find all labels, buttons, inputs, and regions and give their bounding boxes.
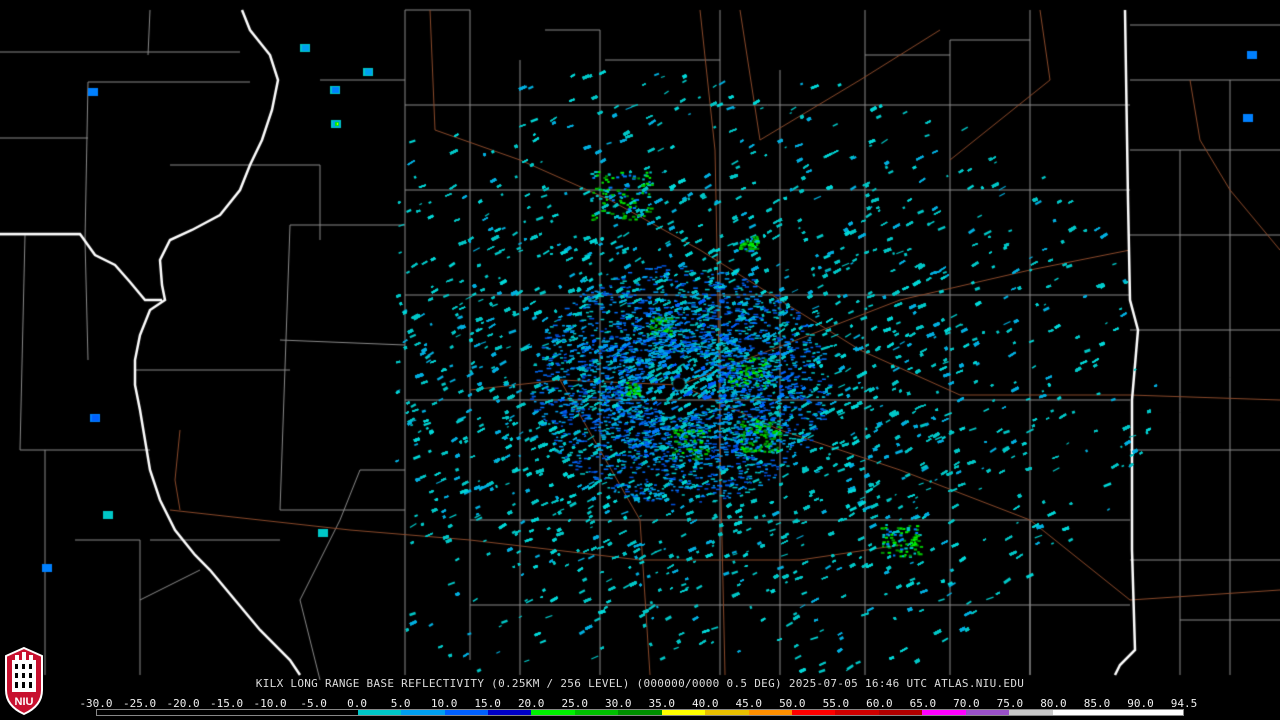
- colorbar-labels: -30.0 -25.0 -20.0 -15.0 -10.0 -5.0 0.0 5.0 10.0 1…: [79, 697, 1197, 710]
- logo-text: NIU: [15, 696, 34, 708]
- niu-logo: NIU: [5, 646, 43, 716]
- colorbar-segment: [922, 710, 966, 715]
- colorbar-segment: [748, 710, 792, 715]
- colorbar-segment: [1052, 710, 1097, 715]
- colorbar-segment: [1009, 710, 1053, 715]
- colorbar-segment: [1139, 710, 1183, 715]
- colorbar-segment: [97, 710, 141, 715]
- colorbar-segment: [140, 710, 184, 715]
- colorbar-segment: [618, 710, 662, 715]
- colorbar-segment: [965, 710, 1010, 715]
- colorbar-segment: [487, 710, 532, 715]
- colorbar-segment: [835, 710, 879, 715]
- reflectivity-colorbar: [96, 709, 1184, 716]
- colorbar-segment: [574, 710, 619, 715]
- colorbar-segment: [1096, 710, 1140, 715]
- colorbar-segment: [227, 710, 271, 715]
- colorbar-segment: [314, 710, 358, 715]
- colorbar-segment: [183, 710, 228, 715]
- colorbar-segment: [792, 710, 836, 715]
- colorbar-segment: [878, 710, 923, 715]
- colorbar-segment: [270, 710, 315, 715]
- colorbar-segment: [401, 710, 445, 715]
- colorbar-segment: [531, 710, 575, 715]
- colorbar-segment: [357, 710, 402, 715]
- product-caption: KILX LONG RANGE BASE REFLECTIVITY (0.25K…: [255, 677, 1025, 690]
- colorbar-segment: [444, 710, 488, 715]
- colorbar-segment: [705, 710, 749, 715]
- colorbar-segment: [661, 710, 706, 715]
- radar-map[interactable]: [0, 0, 1280, 720]
